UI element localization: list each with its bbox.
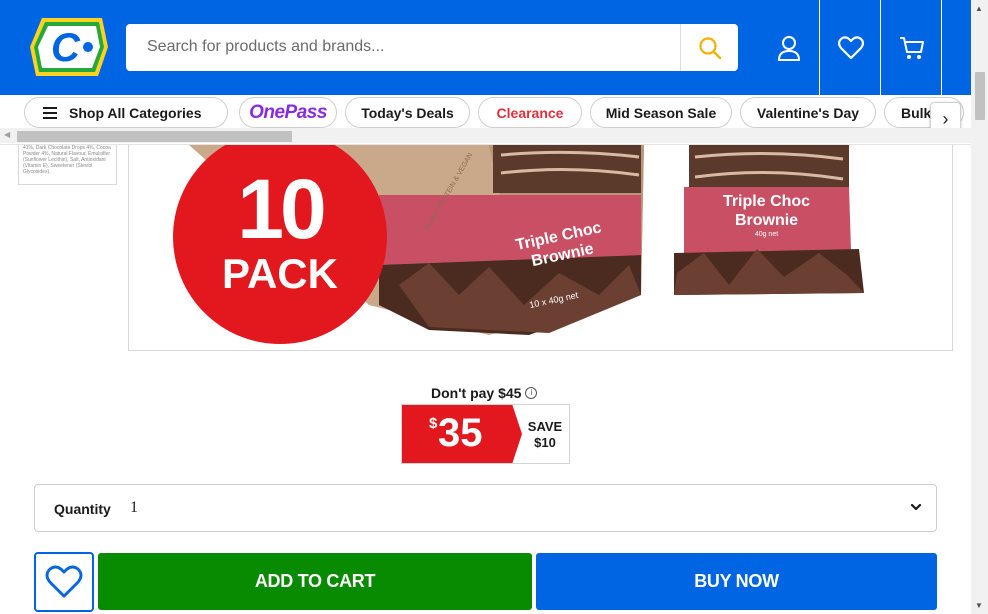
onepass-logo: OnePass (249, 101, 327, 123)
onepass-link[interactable]: OnePass (239, 97, 337, 128)
pack-badge-word: PACK (222, 250, 338, 297)
cart-icon (899, 36, 924, 59)
nav-pill-todays-deals[interactable]: Today's Deals (345, 97, 470, 128)
quantity-label: Quantity (54, 501, 111, 517)
add-to-wishlist-button[interactable] (34, 552, 94, 612)
shop-all-categories-button[interactable]: Shop All Categories (24, 97, 228, 128)
scroll-down-arrow-icon[interactable]: ▼ (975, 601, 983, 610)
info-icon[interactable]: i (525, 387, 538, 399)
quantity-value: 1 (130, 499, 138, 516)
account-button[interactable] (758, 0, 819, 95)
product-page: C Search for products and brands... Shop… (0, 0, 988, 614)
category-scrollbar-thumb[interactable] (17, 131, 292, 142)
bar-label-line2: Brownie (734, 212, 799, 229)
bar-label: Triple Choc Brownie (684, 192, 849, 230)
nav-pill-valentines-day[interactable]: Valentine's Day (740, 97, 876, 128)
nav-pill-clearance[interactable]: Clearance (478, 97, 582, 128)
chevron-right-icon: › (942, 109, 949, 129)
nav-pill-label: Mid Season Sale (605, 104, 717, 121)
wishlist-button[interactable] (820, 0, 881, 95)
header-divider (941, 0, 942, 95)
quantity-select[interactable]: Quantity 1 (34, 484, 937, 532)
shop-all-label: Shop All Categories (69, 104, 202, 121)
buy-now-button[interactable]: BUY NOW (536, 553, 937, 610)
nav-pill-label: Valentine's Day (756, 104, 860, 121)
scroll-up-arrow-icon[interactable]: ▲ (975, 4, 983, 13)
price-value: 35 (438, 411, 483, 455)
price-tag: $ 35 SAVE $10 (401, 404, 570, 464)
cart-button[interactable] (881, 0, 942, 95)
nav-pill-mid-season-sale[interactable]: Mid Season Sale (590, 97, 732, 128)
thumbnail-ingredients-text: 41%, Dark Chocolate Drops 4%, Cocoa Powd… (23, 145, 111, 175)
nav-pill-label: Clearance (496, 104, 564, 121)
search-icon (698, 36, 721, 59)
search-button[interactable] (680, 24, 738, 71)
catch-logo[interactable]: C (28, 16, 110, 78)
savings-badge: SAVE $10 (523, 419, 567, 451)
scroll-left-arrow-icon[interactable]: ◀ (4, 130, 10, 139)
user-icon (777, 35, 800, 61)
nav-pill-label: Today's Deals (361, 104, 454, 121)
search-bar[interactable]: Search for products and brands... (126, 24, 738, 71)
was-price-label: Don't pay $45 (431, 385, 522, 401)
chevron-down-icon (910, 503, 922, 511)
save-amount: $10 (534, 435, 556, 450)
pack-badge-number: 10 (237, 162, 326, 256)
was-price: Don't pay $45 i (431, 385, 538, 401)
nav-pill-label: Bulk (901, 104, 932, 121)
page-scrollbar-thumb[interactable] (975, 72, 985, 120)
heart-icon (837, 35, 864, 59)
product-thumbnail[interactable]: 41%, Dark Chocolate Drops 4%, Cocoa Powd… (18, 145, 117, 185)
site-header: C Search for products and brands... (0, 0, 971, 95)
bar-label-line1: Triple Choc (722, 193, 811, 210)
bar-net-weight: 40g net (754, 231, 779, 238)
product-image[interactable]: 10 PACK Triple Choc Brownie 10 x 40g net… (128, 145, 953, 351)
save-label: SAVE (527, 419, 563, 434)
menu-icon (43, 106, 57, 119)
price-currency: $ (429, 415, 438, 432)
search-input[interactable]: Search for products and brands... (147, 38, 384, 56)
heart-icon (45, 565, 83, 598)
add-to-cart-button[interactable]: ADD TO CART (98, 553, 532, 610)
svg-text:C: C (51, 26, 81, 70)
